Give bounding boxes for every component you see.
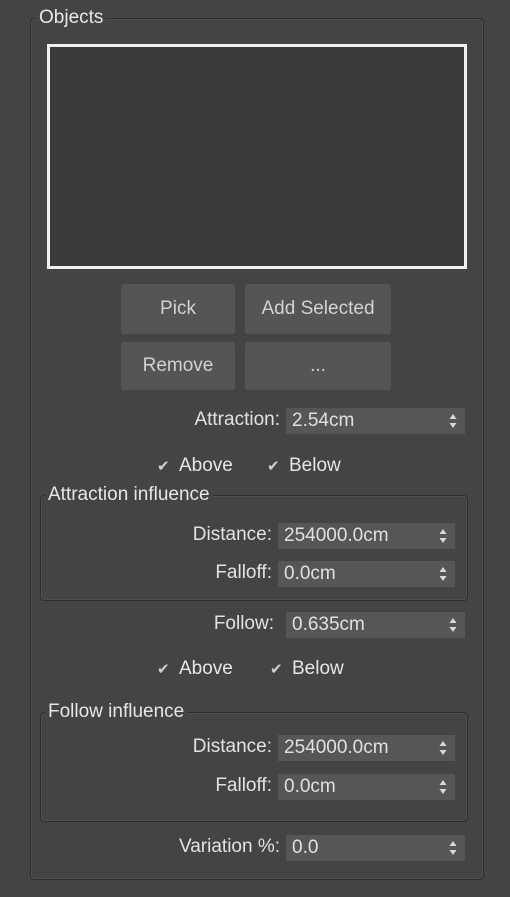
follow-influence-group bbox=[40, 712, 468, 822]
attraction-label: Attraction: bbox=[194, 409, 280, 430]
variation-spinner[interactable]: 0.0 bbox=[286, 835, 465, 861]
spinner-arrows-icon[interactable] bbox=[439, 740, 447, 756]
attraction-above-checkbox[interactable]: ✔ Above bbox=[157, 454, 233, 479]
attraction-below-checkbox[interactable]: ✔ Below bbox=[267, 454, 341, 479]
variation-label: Variation %: bbox=[178, 836, 280, 857]
follow-distance-value[interactable]: 254000.0cm bbox=[284, 735, 389, 761]
check-icon: ✔ bbox=[157, 661, 170, 678]
objects-listbox[interactable] bbox=[47, 44, 467, 269]
more-button[interactable]: ... bbox=[245, 342, 391, 390]
check-icon: ✔ bbox=[270, 661, 283, 678]
objects-group-title: Objects bbox=[36, 8, 107, 28]
follow-above-label: Above bbox=[179, 658, 233, 679]
spinner-arrows-icon[interactable] bbox=[439, 566, 447, 582]
attraction-distance-label: Distance: bbox=[192, 524, 272, 545]
follow-distance-spinner[interactable]: 254000.0cm bbox=[278, 735, 455, 761]
follow-below-checkbox[interactable]: ✔ Below bbox=[270, 657, 344, 682]
follow-distance-label: Distance: bbox=[192, 736, 272, 757]
attraction-distance-spinner[interactable]: 254000.0cm bbox=[278, 523, 455, 549]
follow-falloff-label: Falloff: bbox=[215, 775, 272, 796]
spinner-arrows-icon[interactable] bbox=[449, 617, 457, 633]
attraction-spinner[interactable]: 2.54cm bbox=[286, 408, 465, 434]
follow-label: Follow: bbox=[213, 613, 274, 634]
attraction-influence-title: Attraction influence bbox=[45, 485, 213, 505]
follow-above-checkbox[interactable]: ✔ Above bbox=[157, 657, 233, 682]
follow-below-label: Below bbox=[292, 658, 344, 679]
add-selected-button[interactable]: Add Selected bbox=[245, 284, 391, 334]
check-icon: ✔ bbox=[157, 458, 170, 475]
attraction-value[interactable]: 2.54cm bbox=[292, 408, 354, 434]
attraction-falloff-spinner[interactable]: 0.0cm bbox=[278, 561, 455, 587]
attraction-falloff-label: Falloff: bbox=[215, 562, 272, 583]
attraction-below-label: Below bbox=[289, 455, 341, 476]
pick-button[interactable]: Pick bbox=[121, 284, 235, 334]
check-icon: ✔ bbox=[267, 458, 280, 475]
spinner-arrows-icon[interactable] bbox=[439, 528, 447, 544]
follow-influence-title: Follow influence bbox=[45, 702, 188, 722]
variation-value[interactable]: 0.0 bbox=[292, 835, 318, 861]
follow-value[interactable]: 0.635cm bbox=[292, 612, 365, 638]
attraction-above-label: Above bbox=[179, 455, 233, 476]
spinner-arrows-icon[interactable] bbox=[439, 779, 447, 795]
objects-panel: { "objects_group": { "title": "Objects" … bbox=[0, 0, 510, 897]
attraction-falloff-value[interactable]: 0.0cm bbox=[284, 561, 336, 587]
spinner-arrows-icon[interactable] bbox=[449, 413, 457, 429]
remove-button[interactable]: Remove bbox=[121, 342, 235, 390]
spinner-arrows-icon[interactable] bbox=[449, 840, 457, 856]
follow-spinner[interactable]: 0.635cm bbox=[286, 612, 465, 638]
follow-falloff-value[interactable]: 0.0cm bbox=[284, 774, 336, 800]
follow-falloff-spinner[interactable]: 0.0cm bbox=[278, 774, 455, 800]
attraction-distance-value[interactable]: 254000.0cm bbox=[284, 523, 389, 549]
